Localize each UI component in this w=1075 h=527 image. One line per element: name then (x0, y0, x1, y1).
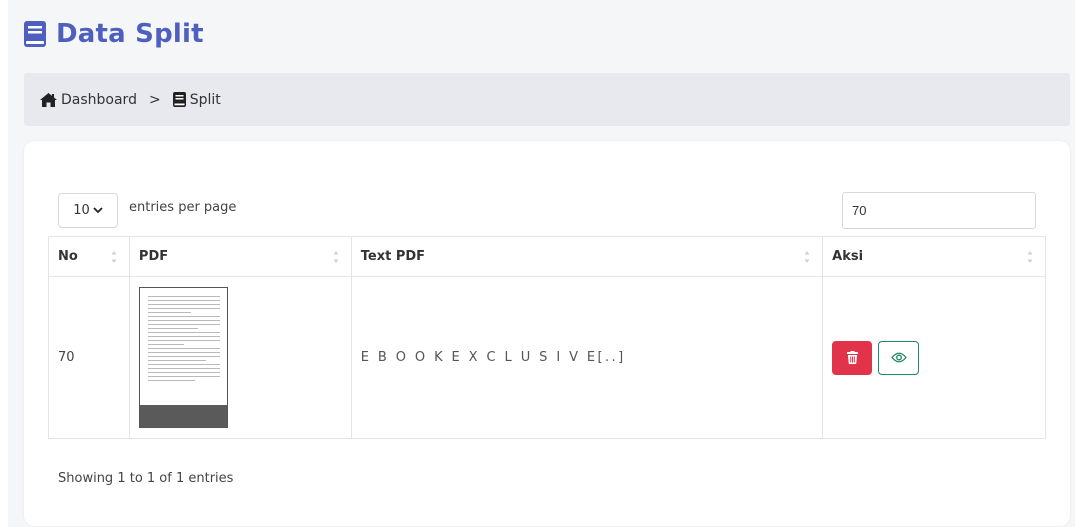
breadcrumb-dashboard[interactable]: Dashboard (40, 92, 137, 108)
column-header-label: Text PDF (360, 249, 426, 264)
cell-aksi (822, 276, 1046, 439)
pdf-thumbnail[interactable] (138, 287, 228, 428)
delete-button[interactable] (832, 340, 873, 375)
column-header-aksi[interactable]: Aksi (822, 236, 1046, 277)
left-edge (0, 0, 8, 527)
column-header-pdf[interactable]: PDF (128, 236, 352, 277)
table-row: 70 E B O O K E X C L U S I V E[..] (48, 276, 1046, 439)
per-page-value: 10 (73, 203, 90, 218)
text-pdf-value: E B O O K E X C L U S I V E[..] (360, 350, 626, 365)
column-header-label: Aksi (832, 249, 864, 264)
chevron-down-icon (93, 207, 103, 214)
row-actions (832, 340, 1045, 375)
breadcrumb-dashboard-label: Dashboard (61, 91, 137, 108)
book-icon (24, 21, 46, 47)
column-header-label: PDF (138, 249, 169, 264)
search-input[interactable] (842, 192, 1036, 229)
cell-text-pdf: E B O O K E X C L U S I V E[..] (350, 276, 824, 439)
view-button[interactable] (878, 340, 920, 375)
per-page-select[interactable]: 10 (58, 193, 118, 228)
breadcrumb-split[interactable]: Split (172, 91, 221, 108)
breadcrumb-split-label: Split (189, 91, 221, 108)
data-table: No PDF Text PDF Aksi 70 E B O O K E X C … (48, 236, 1046, 439)
column-header-text-pdf[interactable]: Text PDF (350, 236, 824, 277)
breadcrumb-separator: > (148, 91, 161, 108)
page-header: Data Split (24, 14, 204, 54)
breadcrumb: Dashboard > Split (24, 73, 1070, 126)
eye-icon (890, 352, 907, 363)
sort-icon (1027, 251, 1033, 263)
sort-icon (333, 251, 339, 263)
column-header-no[interactable]: No (48, 236, 130, 277)
table-header-row: No PDF Text PDF Aksi (48, 236, 1046, 277)
per-page-label: entries per page (129, 200, 237, 215)
sort-icon (111, 251, 117, 263)
pdf-thumbnail-text-lines (147, 296, 220, 384)
pdf-thumbnail-footer (139, 405, 227, 427)
table-info: Showing 1 to 1 of 1 entries (58, 471, 234, 486)
sort-icon (804, 251, 810, 263)
column-header-label: No (58, 249, 78, 264)
cell-pdf (128, 276, 352, 439)
trash-icon (846, 351, 858, 364)
cell-no: 70 (48, 276, 130, 439)
book-icon (172, 92, 186, 107)
data-card: 10 entries per page No PDF (24, 141, 1070, 526)
page-title: Data Split (56, 19, 204, 49)
home-icon (40, 92, 57, 107)
